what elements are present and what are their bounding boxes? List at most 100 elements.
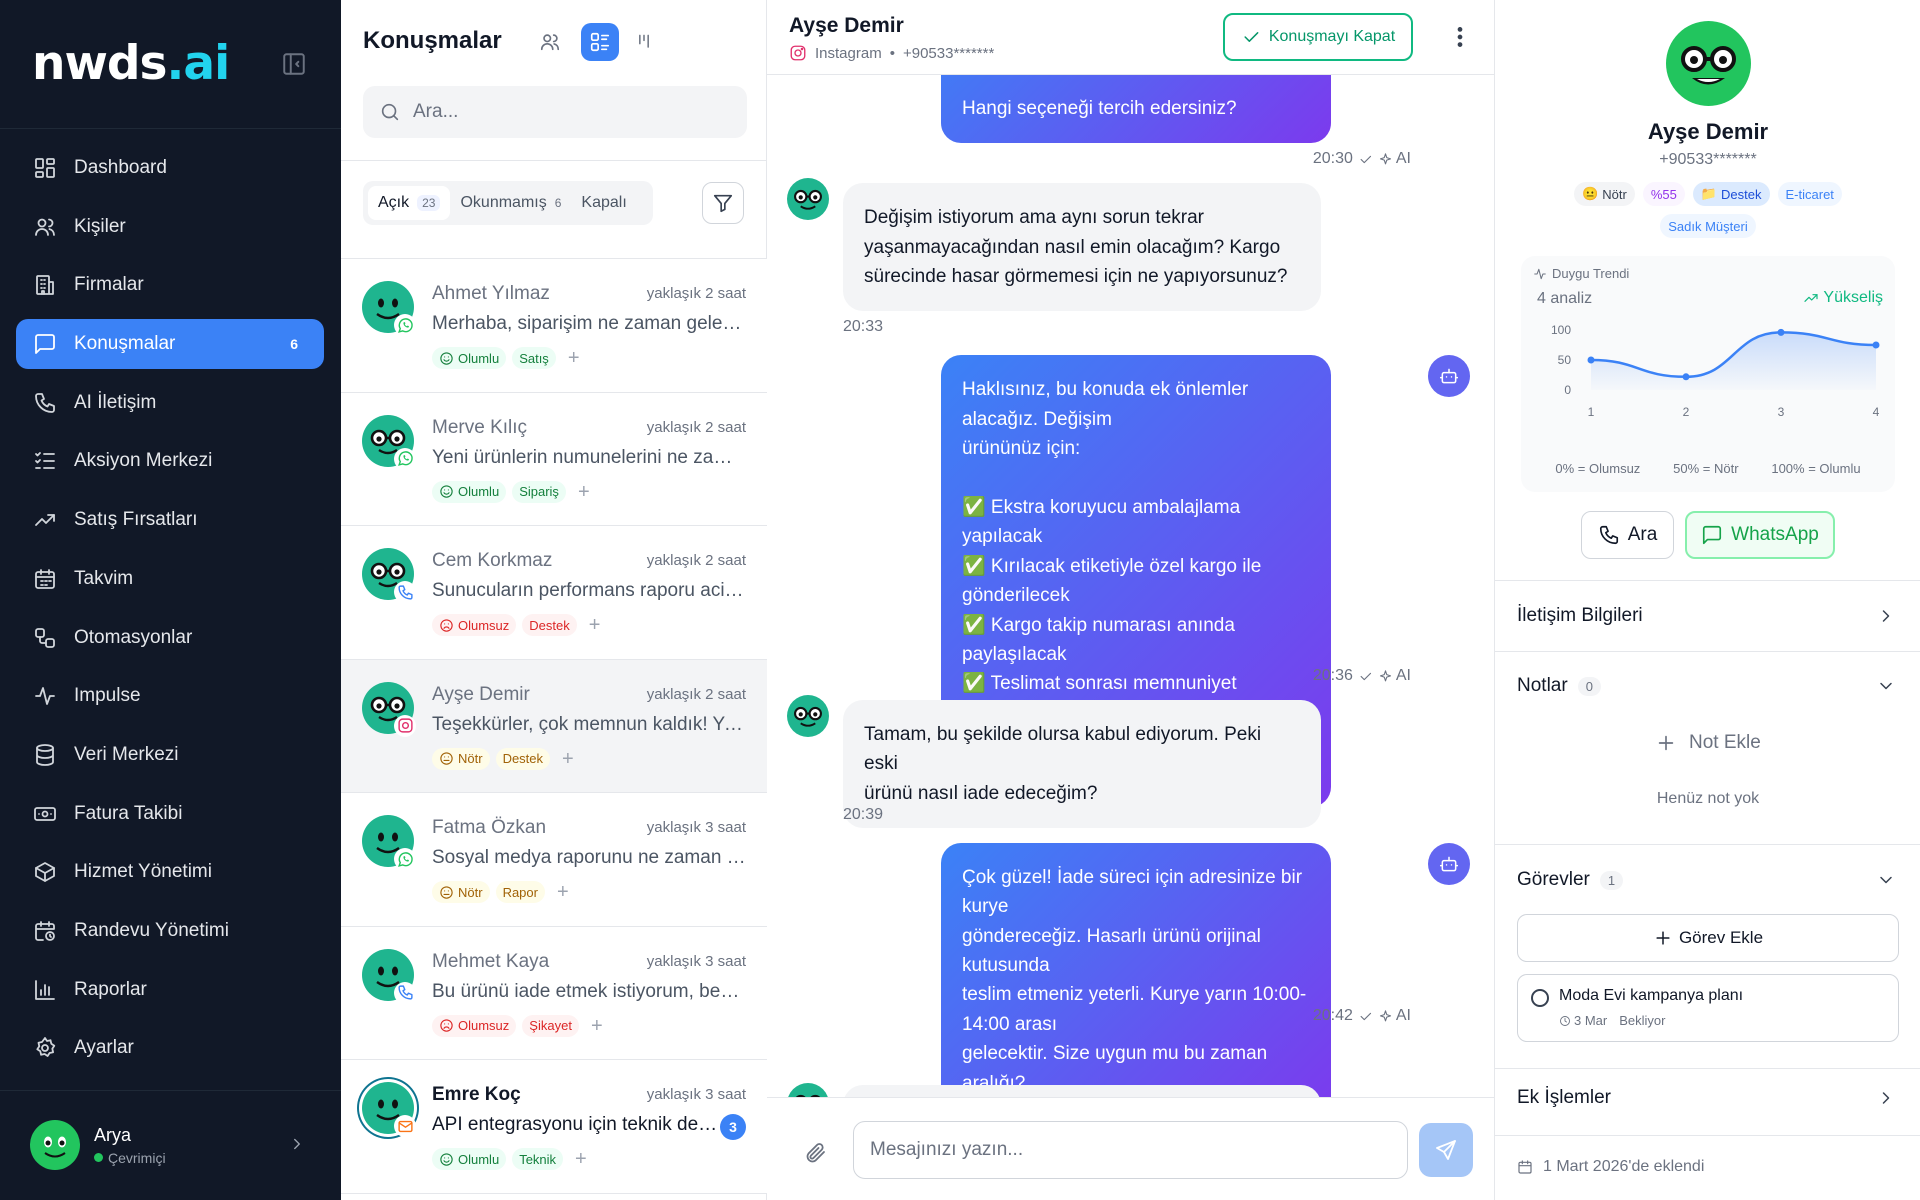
add-tag-icon[interactable]: + bbox=[589, 615, 601, 635]
sidebar-item-dashboard[interactable]: Dashboard bbox=[16, 143, 324, 193]
add-tag-icon[interactable]: + bbox=[568, 348, 580, 368]
message-preview: Bu ürünü iade etmek istiyorum, bekliyoru… bbox=[432, 980, 746, 1002]
tasks-section[interactable]: Görevler 1 bbox=[1517, 869, 1624, 891]
trend-point[interactable] bbox=[1777, 328, 1785, 336]
contact-tag[interactable]: Sadık Müşteri bbox=[1660, 214, 1756, 238]
trend-point[interactable] bbox=[1682, 373, 1690, 381]
add-note-button[interactable]: Not Ekle bbox=[1655, 732, 1761, 754]
sidebar-item-kişiler[interactable]: Kişiler bbox=[16, 202, 324, 252]
sidebar-item-takvim[interactable]: Takvim bbox=[16, 554, 324, 604]
chevron-right-icon[interactable] bbox=[1876, 1088, 1896, 1108]
trend-point[interactable] bbox=[1872, 341, 1880, 349]
chevron-right-icon[interactable] bbox=[288, 1135, 306, 1153]
user-status: Çevrimiçi bbox=[94, 1150, 166, 1166]
add-tag-icon[interactable]: + bbox=[591, 1016, 603, 1036]
sidebar-item-randevu-yönetimi[interactable]: Randevu Yönetimi bbox=[16, 906, 324, 956]
conversation-item[interactable]: Emre Koç yaklaşık 3 saat API entegrasyonu … bbox=[341, 1060, 767, 1194]
sentiment-badge[interactable]: Olumlu bbox=[432, 480, 507, 503]
sidebar-item-raporlar[interactable]: Raporlar bbox=[16, 965, 324, 1015]
sidebar-item-satış-fırsatları[interactable]: Satış Fırsatları bbox=[16, 495, 324, 545]
tab-label: Okunmamış bbox=[460, 194, 547, 211]
sidebar-item-otomasyonlar[interactable]: Otomasyonlar bbox=[16, 613, 324, 663]
sentiment-badge[interactable]: Nötr bbox=[432, 747, 490, 770]
task-item[interactable]: Moda Evi kampanya planı 3 Mar Bekliyor bbox=[1517, 974, 1899, 1042]
sentiment-badge[interactable]: Olumsuz bbox=[432, 614, 517, 636]
tab-label: Açık bbox=[378, 194, 410, 211]
chevron-down-icon[interactable] bbox=[1876, 870, 1896, 890]
user-profile[interactable]: Arya Çevrimiçi bbox=[30, 1120, 166, 1170]
sentiment-badge[interactable]: Olumlu bbox=[432, 347, 507, 369]
call-button[interactable]: Ara bbox=[1581, 511, 1674, 559]
sidebar-item-veri-merkezi[interactable]: Veri Merkezi bbox=[16, 730, 324, 780]
category-badge[interactable]: Sipariş bbox=[512, 480, 566, 503]
tab-açık[interactable]: Açık 23 bbox=[368, 186, 451, 220]
users-view-icon[interactable] bbox=[531, 23, 569, 61]
phone-icon bbox=[1598, 524, 1620, 546]
add-tag-icon[interactable]: + bbox=[575, 1149, 587, 1169]
contact-tag[interactable]: 📁 Destek bbox=[1692, 182, 1770, 206]
trend-point[interactable] bbox=[1587, 356, 1595, 364]
message-time: 20:36 bbox=[1312, 667, 1353, 684]
kanban-view-icon[interactable] bbox=[625, 23, 663, 61]
conversation-item[interactable]: Ayşe Demir yaklaşık 2 saat Teşekkürler, ço… bbox=[341, 659, 767, 793]
tab-okunmamış[interactable]: Okunmamış 6 bbox=[450, 186, 571, 220]
phone-icon bbox=[32, 390, 58, 416]
category-badge[interactable]: Destek bbox=[495, 747, 551, 770]
contact-info-section[interactable]: İletişim Bilgileri bbox=[1517, 605, 1643, 627]
task-checkbox[interactable] bbox=[1531, 989, 1549, 1007]
page-title: Konuşmalar bbox=[363, 27, 502, 54]
more-vertical-icon[interactable] bbox=[1447, 24, 1473, 50]
add-tag-icon[interactable]: + bbox=[562, 749, 574, 769]
conversation-item[interactable]: Fatma Özkan yaklaşık 3 saat Sosyal medya r… bbox=[341, 793, 767, 927]
sparkles-icon bbox=[1378, 1009, 1393, 1024]
add-task-button[interactable]: Görev Ekle bbox=[1517, 914, 1899, 962]
instagram-icon bbox=[394, 714, 416, 737]
add-tag-icon[interactable]: + bbox=[578, 482, 590, 502]
add-tag-icon[interactable]: + bbox=[557, 882, 569, 902]
conversation-item[interactable]: Merve Kılıç yaklaşık 2 saat Yeni ürünlerin… bbox=[341, 392, 767, 526]
sidebar-item-ai-i-letişim[interactable]: AI İletişim bbox=[16, 378, 324, 428]
message-input[interactable] bbox=[853, 1121, 1408, 1179]
tab-kapalı[interactable]: Kapalı bbox=[571, 186, 636, 220]
chevron-right-icon[interactable] bbox=[1876, 606, 1896, 626]
sentiment-badge[interactable]: Nötr bbox=[432, 881, 490, 903]
send-icon[interactable] bbox=[1419, 1123, 1473, 1177]
sentiment-label: Olumsuz bbox=[458, 1018, 510, 1033]
chevron-down-icon[interactable] bbox=[1876, 676, 1896, 696]
whatsapp-button[interactable]: WhatsApp bbox=[1685, 511, 1835, 559]
sidebar-item-konuşmalar[interactable]: Konuşmalar 6 bbox=[16, 319, 324, 370]
sentiment-badge[interactable]: Olumsuz bbox=[432, 1014, 517, 1037]
category-badge[interactable]: Satış bbox=[512, 347, 556, 369]
list-view-icon[interactable] bbox=[581, 23, 619, 61]
logo[interactable]: nwds.ai bbox=[32, 36, 230, 91]
sidebar-item-impulse[interactable]: Impulse bbox=[16, 671, 324, 721]
tab-count: 6 bbox=[554, 196, 562, 210]
search-box[interactable] bbox=[363, 86, 747, 138]
conversation-item[interactable]: Mehmet Kaya yaklaşık 3 saat Bu ürünü iade … bbox=[341, 926, 767, 1060]
category-badge[interactable]: Destek bbox=[522, 614, 577, 636]
message-thread[interactable]: çekiHangi seçeneği tercih edersiniz? 20:3… bbox=[767, 75, 1494, 1097]
tag-label: Destek bbox=[1721, 186, 1762, 202]
close-conversation-button[interactable]: Konuşmayı Kapat bbox=[1223, 13, 1413, 61]
sidebar-item-aksiyon-merkezi[interactable]: Aksiyon Merkezi bbox=[16, 436, 324, 486]
category-badge[interactable]: Teknik bbox=[512, 1148, 564, 1170]
sidebar-collapse-icon[interactable] bbox=[281, 51, 307, 77]
sidebar-item-ayarlar[interactable]: Ayarlar bbox=[16, 1023, 324, 1073]
sidebar-item-firmalar[interactable]: Firmalar bbox=[16, 260, 324, 310]
extra-actions-section[interactable]: Ek İşlemler bbox=[1517, 1087, 1611, 1109]
category-badge[interactable]: Rapor bbox=[495, 881, 545, 903]
paperclip-icon[interactable] bbox=[803, 1140, 829, 1166]
notes-section[interactable]: Notlar 0 bbox=[1517, 675, 1601, 697]
contact-tag[interactable]: E-ticaret bbox=[1777, 182, 1842, 206]
sidebar-item-fatura-takibi[interactable]: Fatura Takibi bbox=[16, 789, 324, 839]
search-input[interactable] bbox=[413, 101, 733, 123]
sidebar-item-hizmet-yönetimi[interactable]: Hizmet Yönetimi bbox=[16, 847, 324, 897]
y-tick-label: 50 bbox=[1558, 353, 1572, 367]
filter-icon[interactable] bbox=[702, 182, 744, 224]
contact-tag[interactable]: %55 bbox=[1642, 182, 1685, 206]
sentiment-badge[interactable]: Olumlu bbox=[432, 1148, 507, 1170]
category-badge[interactable]: Şikayet bbox=[522, 1014, 579, 1037]
conversation-item[interactable]: Ahmet Yılmaz yaklaşık 2 saat Merhaba, sipa… bbox=[341, 259, 767, 393]
contact-tag[interactable]: 😐 Nötr bbox=[1574, 182, 1635, 206]
conversation-item[interactable]: Cem Korkmaz yaklaşık 2 saat Sunucuların pe… bbox=[341, 526, 767, 660]
